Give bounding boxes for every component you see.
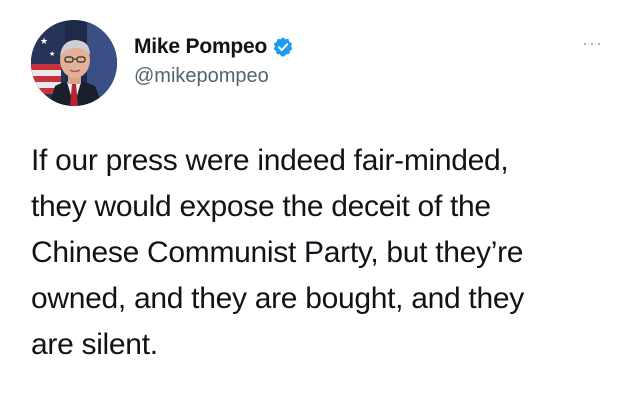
tweet-text-line: they would expose the deceit of the xyxy=(31,190,491,223)
author-display-name[interactable]: Mike Pompeo xyxy=(134,35,267,59)
tweet-text: If our press were indeed fair-minded, th… xyxy=(31,138,626,368)
tweet-text-line: are silent. xyxy=(31,328,158,361)
tweet-text-line: owned, and they are bought, and they xyxy=(31,282,524,315)
profile-photo: ★ ★ xyxy=(31,20,117,106)
tweet-text-line: If our press were indeed fair-minded, xyxy=(31,144,509,177)
tweet-card: ★ ★ Mike Pompeo @mikepompeo ··· If our p… xyxy=(0,0,640,408)
verified-badge-icon xyxy=(272,36,294,58)
author-handle[interactable]: @mikepompeo xyxy=(134,65,269,88)
svg-text:★: ★ xyxy=(40,37,48,47)
tweet-text-line: Chinese Communist Party, but they’re xyxy=(31,236,524,269)
avatar[interactable]: ★ ★ xyxy=(31,20,117,106)
more-options-icon[interactable]: ··· xyxy=(582,34,603,52)
author-name-row: Mike Pompeo xyxy=(134,33,294,61)
svg-text:★: ★ xyxy=(49,50,55,58)
